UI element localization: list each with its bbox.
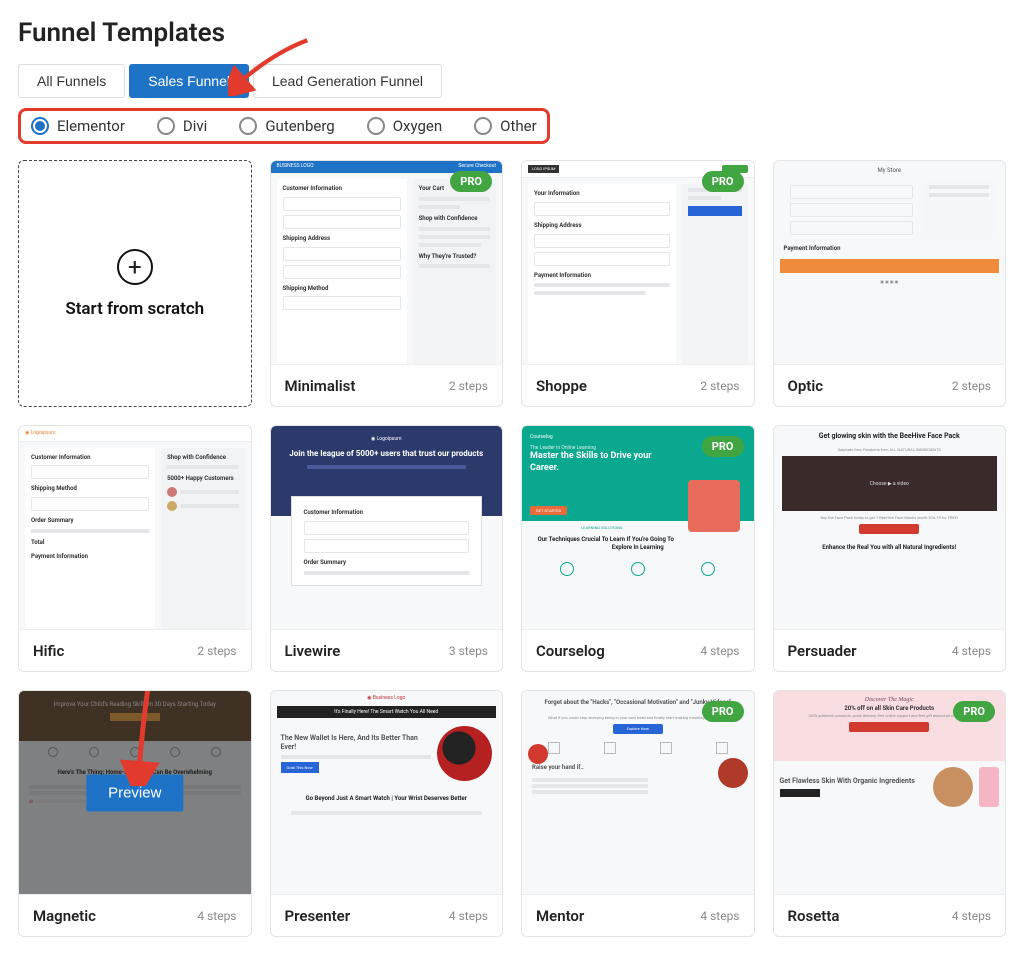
template-name: Livewire (285, 642, 341, 660)
pro-badge: PRO (702, 171, 744, 192)
pro-badge: PRO (702, 701, 744, 722)
template-card-rosetta[interactable]: Discover The Magic20% off on all Skin Ca… (773, 690, 1007, 937)
pro-badge: PRO (953, 701, 995, 722)
card-footer: Livewire 3 steps (271, 629, 503, 671)
template-thumbnail: BUSINESS LOGOSecure CheckoutCustomer Inf… (271, 161, 503, 364)
template-grid: + Start from scratch BUSINESS LOGOSecure C… (18, 160, 1006, 937)
template-thumbnail: LOGO IPSUMYour InformationShipping Addre… (522, 161, 754, 364)
card-footer: Hific 2 steps (19, 629, 251, 671)
template-name: Mentor (536, 907, 584, 925)
card-footer: Rosetta 4 steps (774, 894, 1006, 936)
template-thumbnail: Forget about the "Hacks", "Occasional Mo… (522, 691, 754, 894)
page-title: Funnel Templates (18, 18, 1006, 48)
builder-radio-group: Elementor Divi Gutenberg Oxygen Other (18, 108, 550, 144)
template-name: Courselog (536, 642, 605, 660)
template-thumbnail: CourselogThe Leader in Online LearningMa… (522, 426, 754, 629)
radio-label: Oxygen (393, 117, 442, 135)
preview-button[interactable]: Preview (86, 774, 183, 811)
plus-icon: + (117, 249, 153, 285)
template-thumbnail: My StorePayment Information▣ ▣ ▣ ▣ (774, 161, 1006, 364)
card-footer: Presenter 4 steps (271, 894, 503, 936)
template-steps: 4 steps (952, 909, 991, 923)
radio-label: Other (500, 117, 537, 135)
template-name: Magnetic (33, 907, 96, 925)
tab-lead-generation-funnel[interactable]: Lead Generation Funnel (253, 64, 442, 98)
template-card-livewire[interactable]: ◉ LogoipsumJoin the league of 5000+ user… (270, 425, 504, 672)
radio-icon (31, 117, 49, 135)
template-steps: 2 steps (952, 379, 991, 393)
card-footer: Magnetic 4 steps (19, 894, 251, 936)
template-thumbnail: Discover The Magic20% off on all Skin Ca… (774, 691, 1006, 894)
template-card-mentor[interactable]: Forget about the "Hacks", "Occasional Mo… (521, 690, 755, 937)
template-thumbnail: ◉ LogoipsumJoin the league of 5000+ user… (271, 426, 503, 629)
tab-sales-funnel[interactable]: Sales Funnel (129, 64, 249, 98)
template-steps: 4 steps (197, 909, 236, 923)
pro-badge: PRO (450, 171, 492, 192)
radio-divi[interactable]: Divi (157, 117, 207, 135)
pro-badge: PRO (702, 436, 744, 457)
scratch-label: Start from scratch (65, 299, 204, 319)
template-name: Rosetta (788, 907, 840, 925)
template-card-optic[interactable]: My StorePayment Information▣ ▣ ▣ ▣ Optic 2… (773, 160, 1007, 407)
template-steps: 2 steps (449, 379, 488, 393)
template-thumbnail: ◉ Business LogoIt's Finally Here! The Sm… (271, 691, 503, 894)
radio-oxygen[interactable]: Oxygen (367, 117, 442, 135)
template-thumbnail: Get glowing skin with the BeeHive Face P… (774, 426, 1006, 629)
radio-gutenberg[interactable]: Gutenberg (239, 117, 334, 135)
card-footer: Minimalist 2 steps (271, 364, 503, 406)
template-card-presenter[interactable]: ◉ Business LogoIt's Finally Here! The Sm… (270, 690, 504, 937)
radio-label: Gutenberg (265, 117, 334, 135)
radio-other[interactable]: Other (474, 117, 537, 135)
template-steps: 4 steps (952, 644, 991, 658)
radio-icon (239, 117, 257, 135)
template-name: Optic (788, 377, 824, 395)
template-steps: 3 steps (449, 644, 488, 658)
template-steps: 4 steps (700, 644, 739, 658)
template-card-minimalist[interactable]: BUSINESS LOGOSecure CheckoutCustomer Inf… (270, 160, 504, 407)
template-thumbnail: Improve Your Child's Reading Skills in 3… (19, 691, 251, 894)
template-steps: 2 steps (700, 379, 739, 393)
template-steps: 2 steps (197, 644, 236, 658)
start-from-scratch-card[interactable]: + Start from scratch (18, 160, 252, 407)
template-steps: 4 steps (700, 909, 739, 923)
template-name: Hific (33, 642, 64, 660)
template-name: Persuader (788, 642, 857, 660)
tab-all-funnels[interactable]: All Funnels (18, 64, 125, 98)
card-footer: Persuader 4 steps (774, 629, 1006, 671)
radio-label: Divi (183, 117, 207, 135)
template-card-courselog[interactable]: CourselogThe Leader in Online LearningMa… (521, 425, 755, 672)
card-footer: Mentor 4 steps (522, 894, 754, 936)
radio-icon (367, 117, 385, 135)
template-name: Presenter (285, 907, 351, 925)
funnel-type-tabs: All FunnelsSales FunnelLead Generation F… (18, 64, 1006, 98)
card-footer: Optic 2 steps (774, 364, 1006, 406)
template-name: Minimalist (285, 377, 356, 395)
template-card-hific[interactable]: ◉ LogoipsumCustomer InformationShipping … (18, 425, 252, 672)
template-card-persuader[interactable]: Get glowing skin with the BeeHive Face P… (773, 425, 1007, 672)
template-steps: 4 steps (449, 909, 488, 923)
radio-elementor[interactable]: Elementor (31, 117, 125, 135)
template-thumbnail: ◉ LogoipsumCustomer InformationShipping … (19, 426, 251, 629)
radio-icon (157, 117, 175, 135)
template-name: Shoppe (536, 377, 587, 395)
radio-label: Elementor (57, 117, 125, 135)
radio-icon (474, 117, 492, 135)
card-footer: Courselog 4 steps (522, 629, 754, 671)
template-card-magnetic[interactable]: Improve Your Child's Reading Skills in 3… (18, 690, 252, 937)
card-footer: Shoppe 2 steps (522, 364, 754, 406)
template-card-shoppe[interactable]: LOGO IPSUMYour InformationShipping Addre… (521, 160, 755, 407)
